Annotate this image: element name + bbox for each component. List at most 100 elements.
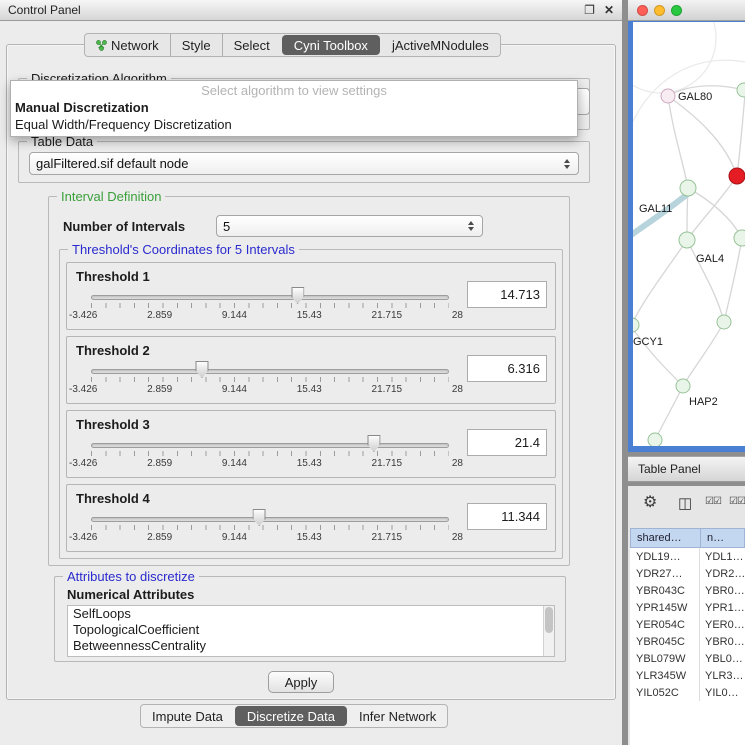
threshold-label: Threshold 4 [76, 491, 150, 506]
scale-label: 28 [452, 532, 463, 543]
algorithm-option-manual[interactable]: Manual Discretization [11, 99, 577, 116]
slider-scale: -3.4262.8599.14415.4321.71528 [69, 532, 463, 543]
columns-icon[interactable]: ◫ [678, 494, 692, 512]
table-cell: YLR3… [700, 667, 745, 684]
table-window: ⚙ ◫ ☑☑ ☑☑ shared… n… YDL19…YDL1…YDR27…YD… [628, 486, 745, 745]
table-body: YDL19…YDL1…YDR27…YDR2…YBR043CYBR0…YPR145… [630, 548, 745, 745]
network-titlebar [628, 0, 745, 21]
attributes-group: Attributes to discretize Numerical Attri… [54, 576, 566, 662]
slider-thumb[interactable] [291, 287, 304, 304]
scale-label: 21.715 [372, 384, 403, 395]
threshold-value-field[interactable]: 11.344 [467, 503, 547, 530]
select-rows-icon[interactable]: ☑☑ [729, 496, 745, 507]
threshold-value-field[interactable]: 21.4 [467, 429, 547, 456]
float-window-icon[interactable]: ❐ [584, 4, 595, 16]
slider-track[interactable] [91, 295, 449, 300]
table-row[interactable]: YER054CYER0… [630, 616, 745, 633]
list-item[interactable]: BetweennessCentrality [68, 638, 554, 654]
node-label: GAL80 [678, 91, 712, 103]
threshold-label: Threshold 3 [76, 417, 150, 432]
table-row[interactable]: YBR043CYBR0… [630, 582, 745, 599]
scale-label: 9.144 [222, 458, 247, 469]
table-row[interactable]: YDR27…YDR2… [630, 565, 745, 582]
tab-network[interactable]: Network [85, 34, 170, 56]
slider-track[interactable] [91, 369, 449, 374]
tab-style[interactable]: Style [170, 34, 222, 56]
table-cell: YER054C [630, 616, 700, 633]
table-row[interactable]: YPR145WYPR1… [630, 599, 745, 616]
selected-node[interactable] [729, 168, 745, 184]
numerical-attributes-list[interactable]: SelfLoopsTopologicalCoefficientBetweenne… [67, 605, 555, 657]
node[interactable] [676, 379, 690, 393]
tab-impute-data[interactable]: Impute Data [141, 705, 234, 727]
mac-minimize-icon[interactable] [654, 5, 665, 16]
combo-value: 5 [223, 219, 230, 234]
table-cell: YDL19… [630, 548, 700, 565]
tab-infer-network[interactable]: Infer Network [348, 705, 447, 727]
network-focus-frame: GAL80 GAL11 GAL4 GCY1 HAP2 [628, 21, 745, 452]
tab-jactivemnodules[interactable]: jActiveMNodules [381, 34, 500, 56]
node[interactable] [633, 318, 639, 332]
scale-label: -3.426 [69, 532, 97, 543]
scale-label: -3.426 [69, 384, 97, 395]
node-label: GAL11 [639, 203, 672, 215]
threshold-value-field[interactable]: 6.316 [467, 355, 547, 382]
close-window-icon[interactable]: ✕ [604, 4, 614, 16]
tab-label: Network [111, 38, 159, 53]
list-item[interactable]: SelfLoops [68, 606, 554, 622]
slider-thumb[interactable] [195, 361, 208, 378]
gear-icon[interactable]: ⚙ [643, 492, 657, 512]
node[interactable] [680, 180, 696, 196]
table-row[interactable]: YBR045CYBR0… [630, 633, 745, 650]
network-canvas[interactable]: GAL80 GAL11 GAL4 GCY1 HAP2 [633, 22, 745, 446]
threshold-1-slider[interactable] [91, 293, 449, 309]
scale-label: 15.43 [297, 458, 322, 469]
threshold-2-slider[interactable] [91, 367, 449, 383]
list-scrollbar[interactable] [543, 606, 554, 656]
node-label: GAL4 [696, 253, 724, 265]
node[interactable] [717, 315, 731, 329]
column-header-name[interactable]: n… [700, 528, 745, 548]
threshold-3-slider[interactable] [91, 441, 449, 457]
mac-close-icon[interactable] [637, 5, 648, 16]
node[interactable] [648, 433, 662, 446]
scrollbar-thumb[interactable] [545, 607, 553, 633]
select-columns-icon[interactable]: ☑☑ [705, 496, 721, 507]
table-row[interactable]: YDL19…YDL1… [630, 548, 745, 565]
node[interactable] [737, 83, 745, 97]
tab-select[interactable]: Select [222, 34, 281, 56]
table-header-row: shared… n… [630, 528, 745, 548]
threshold-4-panel: Threshold 4 -3.4262.8599.14415.4321.7152… [66, 484, 556, 552]
number-of-intervals-combo[interactable]: 5 [216, 215, 483, 237]
mac-zoom-icon[interactable] [671, 5, 682, 16]
apply-button[interactable]: Apply [268, 671, 334, 693]
threshold-4-slider[interactable] [91, 515, 449, 531]
slider-thumb[interactable] [367, 435, 380, 452]
table-row[interactable]: YIL052CYIL0… [630, 684, 745, 701]
table-cell: YLR345W [630, 667, 700, 684]
node-label: HAP2 [689, 396, 718, 408]
table-cell: YPR145W [630, 599, 700, 616]
group-title: Interval Definition [57, 189, 165, 204]
threshold-value-field[interactable]: 14.713 [467, 281, 547, 308]
table-data-combo[interactable]: galFiltered.sif default node [29, 152, 579, 175]
slider-track[interactable] [91, 443, 449, 448]
node[interactable] [734, 230, 745, 246]
table-cell: YBR043C [630, 582, 700, 599]
group-title: Attributes to discretize [63, 569, 199, 584]
algorithm-dropdown-popup: Select algorithm to view settings Manual… [10, 80, 578, 137]
slider-thumb[interactable] [253, 509, 266, 526]
list-item[interactable]: TopologicalCoefficient [68, 622, 554, 638]
table-row[interactable]: YLR345WYLR3… [630, 667, 745, 684]
column-header-shared-name[interactable]: shared… [630, 528, 700, 548]
node[interactable] [661, 89, 675, 103]
tab-cyni-toolbox[interactable]: Cyni Toolbox [282, 35, 380, 55]
node[interactable] [679, 232, 695, 248]
table-cell: YBR045C [630, 633, 700, 650]
tab-label: Cyni Toolbox [294, 38, 368, 53]
combo-value: galFiltered.sif default node [36, 156, 188, 171]
table-row[interactable]: YBL079WYBL0… [630, 650, 745, 667]
slider-track[interactable] [91, 517, 449, 522]
tab-discretize-data[interactable]: Discretize Data [235, 706, 347, 726]
algorithm-option-equal-width[interactable]: Equal Width/Frequency Discretization [11, 116, 577, 133]
